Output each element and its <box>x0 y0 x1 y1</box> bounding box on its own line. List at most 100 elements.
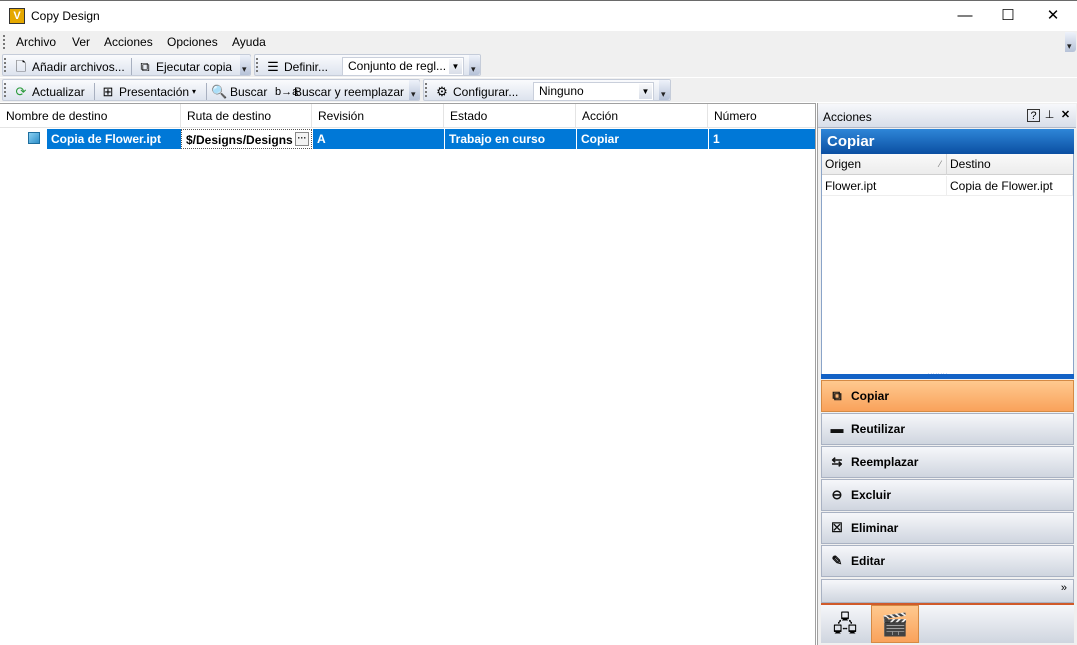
toolbar-grip[interactable] <box>256 58 259 72</box>
list-header: Origen ⁄ Destino <box>822 154 1073 175</box>
column-header-name[interactable]: Nombre de destino <box>0 104 181 128</box>
app-logo-icon: V <box>9 8 25 24</box>
window-title: Copy Design <box>31 9 100 23</box>
row-name[interactable]: Copia de Flower.ipt <box>47 129 181 149</box>
chevron-more-icon[interactable]: » <box>1061 582 1067 594</box>
toolbar-grip[interactable] <box>425 83 428 97</box>
column-header-action[interactable]: Acción <box>576 104 708 128</box>
close-button[interactable]: ✕ <box>1030 1 1076 31</box>
list-item-origin[interactable]: Flower.ipt <box>822 176 947 196</box>
configure-label: Configurar... <box>453 84 519 99</box>
list-header-destination[interactable]: Destino <box>947 154 1073 175</box>
row-number[interactable]: 1 <box>708 129 815 149</box>
help-icon[interactable]: ? <box>1027 109 1040 122</box>
menu-opciones[interactable]: Opciones <box>167 35 218 49</box>
filter-combo[interactable]: Ninguno ▼ <box>533 82 654 101</box>
list-header-origin-label: Origen <box>825 157 862 171</box>
toolbar-files: 🗋 Añadir archivos... ⧉ Ejecutar copia ☰ … <box>0 53 1077 77</box>
run-copy-button[interactable]: ⧉ Ejecutar copia <box>137 58 232 75</box>
presentation-label: Presentación <box>119 84 190 99</box>
menu-archivo[interactable]: Archivo <box>16 35 56 49</box>
define-button[interactable]: ☰ Definir... <box>265 58 328 75</box>
refresh-button[interactable]: ⟳ Actualizar <box>13 83 85 100</box>
action-reuse-label: Reutilizar <box>851 422 906 436</box>
menu-grip[interactable] <box>3 35 6 49</box>
sort-icon: ⁄ <box>939 159 941 169</box>
toolbar1-overflow-button[interactable] <box>240 55 251 75</box>
column-header-number[interactable]: Número <box>708 104 815 128</box>
toolbar4-overflow-button[interactable] <box>659 80 670 100</box>
origin-destination-list: Origen ⁄ Destino Flower.ipt Copia de Flo… <box>821 154 1074 376</box>
delete-icon: ☒ <box>831 520 843 535</box>
toolbar-grip[interactable] <box>4 83 7 97</box>
ruleset-combo[interactable]: Conjunto de regl... ▼ <box>342 57 464 76</box>
search-replace-button[interactable]: b→a Buscar y reemplazar <box>275 83 404 100</box>
action-copy-label: Copiar <box>851 389 890 403</box>
destination-grid: Nombre de destino Ruta de destino Revisi… <box>0 103 816 645</box>
list-item-destination[interactable]: Copia de Flower.ipt <box>947 176 1073 196</box>
copy-icon: ⧉ <box>832 388 842 403</box>
configure-button[interactable]: ⚙ Configurar... <box>434 83 518 100</box>
ruleset-combo-value: Conjunto de regl... <box>348 59 447 73</box>
action-copy-button[interactable]: ⧉ Copiar <box>821 380 1074 412</box>
action-exclude-button[interactable]: ⊖ Excluir <box>821 479 1074 511</box>
column-header-state[interactable]: Estado <box>444 104 576 128</box>
column-header-revision[interactable]: Revisión <box>312 104 444 128</box>
toolbar-grip[interactable] <box>4 58 7 72</box>
pin-icon[interactable]: ⊥ <box>1043 109 1056 122</box>
section-title: Copiar <box>821 129 1074 154</box>
reuse-icon: ▬ <box>830 421 844 436</box>
toolbar-separator <box>94 83 95 100</box>
action-edit-button[interactable]: ✎ Editar <box>821 545 1074 577</box>
toolbar3-overflow-button[interactable] <box>409 80 420 100</box>
row-state[interactable]: Trabajo en curso <box>444 129 576 149</box>
maximize-button[interactable]: ☐ <box>985 1 1031 31</box>
browse-ellipsis-button[interactable]: ··· <box>295 132 309 146</box>
panel-splitter[interactable] <box>821 366 1074 379</box>
part-file-icon <box>28 132 40 144</box>
replace-text-icon: b→a <box>275 85 299 98</box>
action-exclude-label: Excluir <box>851 488 892 502</box>
search-icon: 🔍 <box>211 83 228 99</box>
run-copy-label: Ejecutar copia <box>156 59 233 74</box>
actions-panel-title: Acciones <box>823 110 872 124</box>
menu-acciones[interactable]: Acciones <box>104 35 153 49</box>
search-button[interactable]: 🔍 Buscar <box>211 83 267 100</box>
action-delete-button[interactable]: ☒ Eliminar <box>821 512 1074 544</box>
minimize-button[interactable]: — <box>942 1 988 31</box>
action-replace-button[interactable]: ⇆ Reemplazar <box>821 446 1074 478</box>
dropdown-arrow-icon: ▾ <box>192 87 197 96</box>
actions-panel-header: Acciones ? ⊥ ✕ <box>818 104 1076 128</box>
table-row[interactable]: Copia de Flower.ipt $/Designs/Designs ··… <box>0 128 815 149</box>
row-action[interactable]: Copiar <box>576 129 708 149</box>
panel-close-icon[interactable]: ✕ <box>1059 109 1072 122</box>
title-bar: V Copy Design — ☐ ✕ <box>0 0 1077 31</box>
toolbar-strip-2: ☰ Definir... Conjunto de regl... ▼ <box>254 54 481 76</box>
tab-actions[interactable]: 🎬 <box>871 605 919 643</box>
column-header-path[interactable]: Ruta de destino <box>181 104 312 128</box>
exclude-icon: ⊖ <box>831 487 843 502</box>
menu-ver[interactable]: Ver <box>72 35 90 49</box>
menu-bar: Archivo Ver Acciones Opciones Ayuda <box>0 31 1077 53</box>
menu-overflow-button[interactable] <box>1065 32 1076 52</box>
row-revision[interactable]: A <box>312 129 444 149</box>
presentation-button[interactable]: ⊞ Presentación ▾ <box>100 83 197 100</box>
menu-ayuda[interactable]: Ayuda <box>232 35 266 49</box>
list-header-origin[interactable]: Origen ⁄ <box>822 154 947 175</box>
row-path-cell[interactable]: $/Designs/Designs ··· <box>181 129 312 149</box>
toolbar-strip-3: ⟳ Actualizar ⊞ Presentación ▾ 🔍 Buscar b… <box>2 79 420 101</box>
list-icon: ☰ <box>267 58 279 74</box>
tab-structure[interactable]: 🖧 <box>821 605 869 643</box>
toolbar-strip-1: 🗋 Añadir archivos... ⧉ Ejecutar copia <box>2 54 251 76</box>
chevron-down-icon[interactable]: ▼ <box>449 59 462 74</box>
define-label: Definir... <box>284 59 329 74</box>
add-file-icon: 🗋 <box>15 58 27 74</box>
more-actions-bar[interactable]: » <box>821 579 1074 603</box>
action-reuse-button[interactable]: ▬ Reutilizar <box>821 413 1074 445</box>
refresh-icon: ⟳ <box>15 83 27 99</box>
chevron-down-icon[interactable]: ▼ <box>639 84 652 99</box>
toolbar-separator <box>131 58 132 75</box>
toolbar2-overflow-button[interactable] <box>469 55 480 75</box>
filter-combo-value: Ninguno <box>539 84 584 98</box>
add-files-button[interactable]: 🗋 Añadir archivos... <box>13 58 125 75</box>
